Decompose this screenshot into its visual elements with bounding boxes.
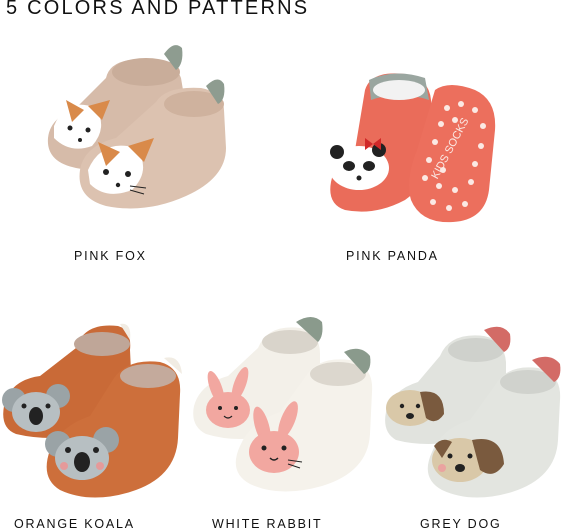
pink-panda-label: PINK PANDA — [346, 249, 439, 263]
grey-dog-label: GREY DOG — [420, 517, 502, 531]
page-headline: 5 COLORS AND PATTERNS — [6, 0, 310, 19]
pink-fox-socks-image — [36, 38, 236, 218]
orange-koala-label: ORANGE KOALA — [14, 517, 135, 531]
pink-fox-label: PINK FOX — [74, 249, 147, 263]
orange-koala-socks-image — [0, 318, 190, 508]
pink-panda-socks-image: KIDS SOCKS — [325, 60, 500, 230]
white-rabbit-socks-image — [188, 312, 383, 507]
white-rabbit-label: WHITE RABBIT — [212, 517, 323, 531]
grey-dog-socks-image — [380, 322, 569, 507]
dog-face-icon — [386, 390, 444, 426]
